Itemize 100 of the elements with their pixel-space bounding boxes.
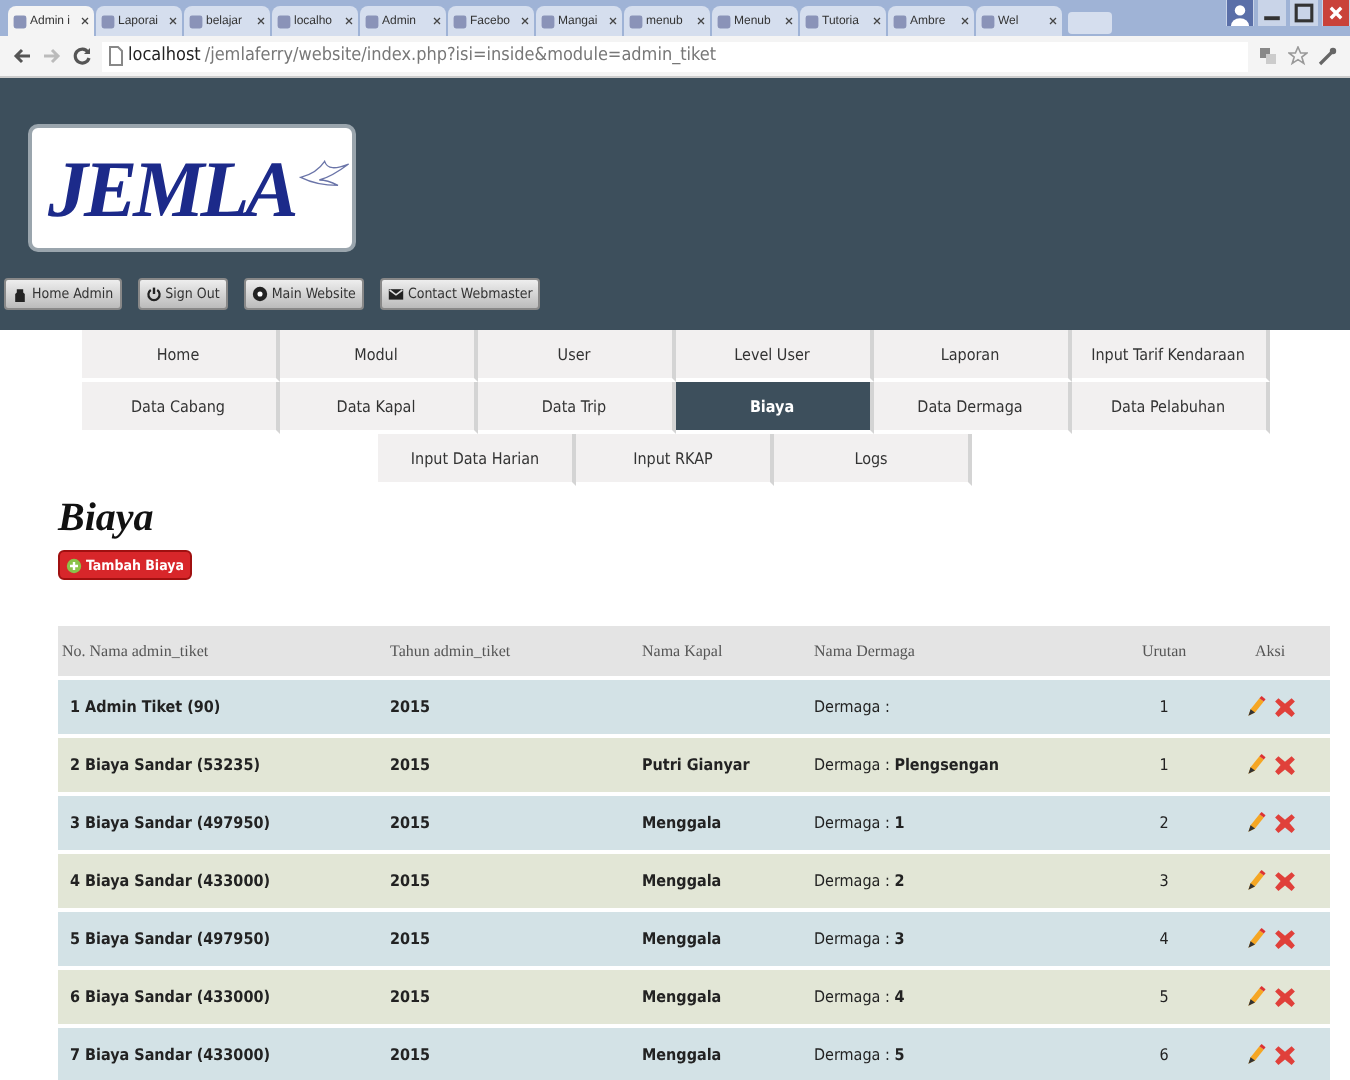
table-cell: Dermaga : 4 [814, 988, 905, 1006]
favicon-icon [540, 13, 556, 29]
table-cell: Dermaga : 2 [814, 872, 905, 890]
menu-item[interactable]: Biaya [675, 382, 873, 434]
user-icon [1226, 0, 1254, 26]
favicon-icon [276, 13, 292, 29]
column-header: Tahun admin_tiket [386, 626, 638, 678]
star-icon[interactable] [1288, 46, 1308, 66]
favicon-icon [364, 13, 380, 29]
column-header: Nama Dermaga [810, 626, 1118, 678]
pencil-icon[interactable] [1244, 984, 1267, 1010]
close-icon [432, 16, 442, 26]
table-cell: Biaya Sandar (53235) [85, 756, 260, 774]
reload-icon[interactable] [72, 46, 92, 66]
delete-icon[interactable] [1274, 926, 1297, 952]
favicon-icon [100, 13, 116, 29]
close-icon [168, 16, 178, 26]
menu-item[interactable]: Modul [279, 330, 477, 382]
close-icon [784, 16, 794, 26]
logo-text: JEMLA [48, 141, 295, 235]
menu-item[interactable]: Input Data Harian [378, 434, 576, 486]
pencil-icon[interactable] [1244, 926, 1267, 952]
delete-icon[interactable] [1274, 1042, 1297, 1068]
table-cell: Dermaga : [814, 698, 890, 716]
close-icon [520, 16, 530, 26]
favicon-icon [804, 13, 820, 29]
row-number: 1 [68, 698, 81, 716]
translate-icon[interactable] [1258, 46, 1278, 66]
address-field[interactable]: localhost /jemlaferry/website/index.php?isi=inside&module=admin_tiket [102, 41, 1248, 71]
table-cell: 2015 [390, 1046, 431, 1064]
column-header: Nama admin_tiket [89, 642, 209, 660]
power-icon [145, 286, 162, 302]
table-cell: Biaya Sandar (433000) [85, 1046, 270, 1064]
delete-icon[interactable] [1274, 984, 1297, 1010]
row-number: 6 [68, 988, 81, 1006]
menu-item[interactable]: Data Cabang [81, 382, 279, 434]
table-cell: Menggala [642, 930, 722, 948]
forward-icon[interactable] [42, 46, 62, 66]
plus-icon [66, 557, 82, 573]
row-number: 5 [68, 930, 81, 948]
favicon-icon [452, 13, 468, 29]
close-icon [80, 16, 90, 26]
wrench-icon[interactable] [1318, 46, 1338, 66]
table-cell: Dermaga : 1 [814, 814, 905, 832]
table-cell: 1 [1159, 698, 1169, 716]
menu-item[interactable]: Data Kapal [279, 382, 477, 434]
bag-icon [12, 286, 28, 302]
menu-item[interactable]: Data Pelabuhan [1071, 382, 1269, 434]
favicon-icon [892, 13, 908, 29]
url-path: /jemlaferry/website/index.php?isi=inside&module=admin_tiket [204, 46, 717, 66]
column-header: Urutan [1118, 626, 1211, 678]
table-cell: Menggala [642, 1046, 722, 1064]
menu-item[interactable]: Level User [675, 330, 873, 382]
table-cell: Biaya Sandar (433000) [85, 872, 270, 890]
row-number: 4 [68, 872, 81, 890]
menu-item[interactable]: Input RKAP [576, 434, 774, 486]
pencil-icon[interactable] [1244, 810, 1267, 836]
favicon-icon [980, 13, 996, 29]
pencil-icon[interactable] [1244, 1042, 1267, 1068]
row-number: 3 [68, 814, 81, 832]
pencil-icon[interactable] [1244, 868, 1267, 894]
table-cell: 2015 [390, 930, 431, 948]
delete-icon[interactable] [1274, 810, 1297, 836]
menu-item[interactable]: Logs [774, 434, 972, 486]
delete-icon[interactable] [1274, 694, 1297, 720]
close-icon [344, 16, 354, 26]
pencil-icon[interactable] [1244, 694, 1267, 720]
menu-item[interactable]: Data Dermaga [873, 382, 1071, 434]
page-icon [108, 46, 124, 66]
favicon-icon [628, 13, 644, 29]
table-cell: 5 [1159, 988, 1169, 1006]
minimize-icon [1258, 0, 1286, 26]
back-icon[interactable] [12, 46, 32, 66]
pencil-icon[interactable] [1244, 752, 1267, 778]
table-cell: 4 [1159, 930, 1169, 948]
close-icon [960, 16, 970, 26]
table-cell: Putri Gianyar [642, 756, 750, 774]
table-cell: 2015 [390, 698, 431, 716]
menu-item[interactable]: Input Tarif Kendaraan [1071, 330, 1269, 382]
close-icon [608, 16, 618, 26]
favicon-icon [12, 13, 28, 29]
menu-item[interactable]: Laporan [873, 330, 1071, 382]
close-icon [1322, 0, 1350, 26]
table-cell: 2 [1159, 814, 1169, 832]
table-cell: Dermaga : 3 [814, 930, 905, 948]
column-header: No. [62, 642, 86, 660]
menu-item[interactable]: Data Trip [477, 382, 675, 434]
column-header: Aksi [1210, 626, 1330, 678]
logo[interactable]: JEMLA [28, 124, 356, 252]
delete-icon[interactable] [1274, 868, 1297, 894]
menu-item[interactable]: Home [81, 330, 279, 382]
delete-icon[interactable] [1274, 752, 1297, 778]
close-icon [696, 16, 706, 26]
table-cell: Admin Tiket (90) [85, 698, 221, 716]
envelope-icon [387, 286, 404, 302]
close-icon [872, 16, 882, 26]
menu-item[interactable]: User [477, 330, 675, 382]
page-title: Biaya [58, 496, 156, 542]
close-icon [1048, 16, 1058, 26]
circle-icon [251, 286, 268, 302]
